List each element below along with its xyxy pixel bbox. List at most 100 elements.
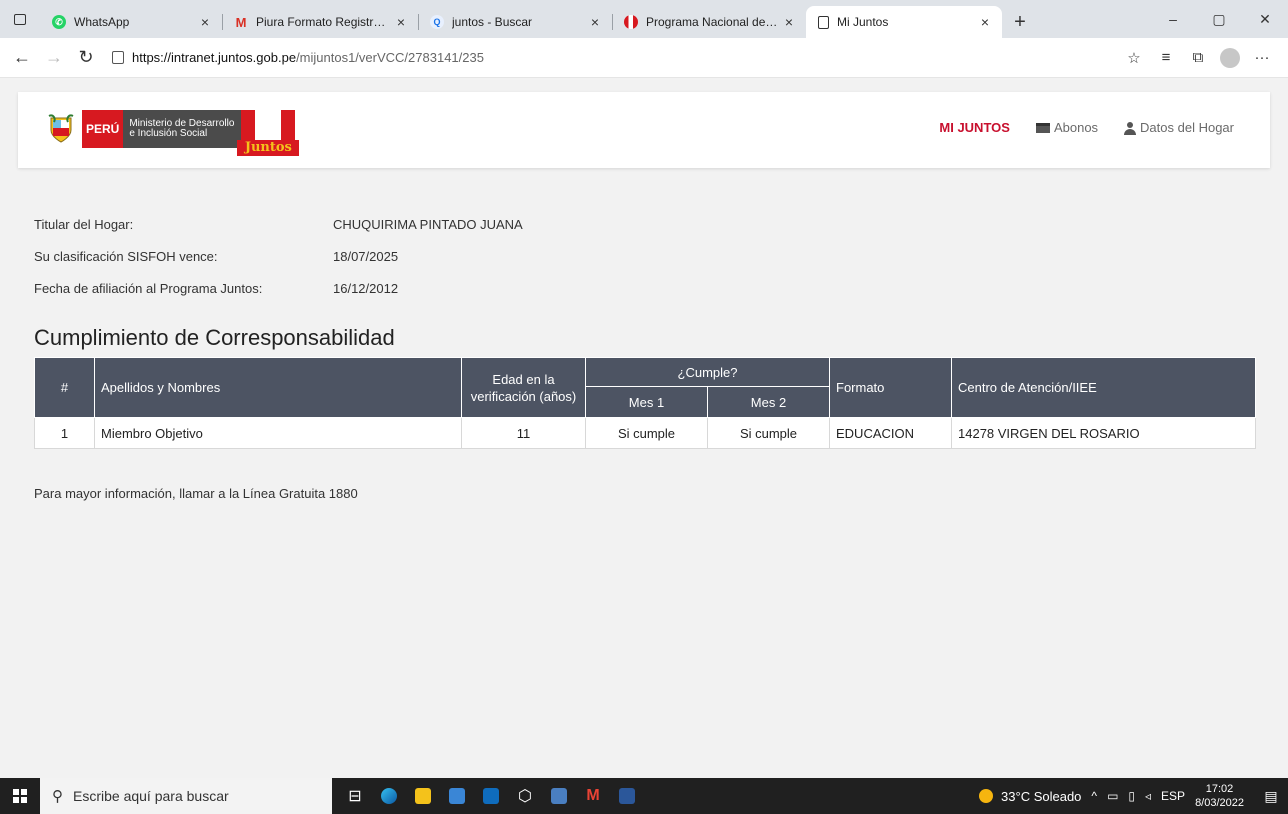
network-icon[interactable]: ▭ xyxy=(1107,789,1118,803)
clock-date: 8/03/2022 xyxy=(1195,797,1244,809)
close-icon[interactable]: × xyxy=(780,14,798,30)
language-label[interactable]: ESP xyxy=(1161,789,1185,803)
tray-overflow-icon[interactable]: ^ xyxy=(1091,789,1097,803)
address-bar: ← → ↻ https://intranet.juntos.gob.pe/mij… xyxy=(0,38,1288,78)
col-header-mes2: Mes 2 xyxy=(707,386,830,418)
weather-sun-icon xyxy=(979,789,994,803)
window-controls: – ▢ ✕ xyxy=(1150,0,1288,38)
ministry-line-2: e Inclusión Social xyxy=(129,128,208,139)
taskbar: ⚲ Escribe aquí para buscar ⊟ ⬡ M 33°C So… xyxy=(0,778,1288,814)
url-field[interactable]: https://intranet.juntos.gob.pe/mijuntos1… xyxy=(112,50,1118,65)
store-icon[interactable] xyxy=(440,778,474,814)
back-button[interactable]: ← xyxy=(6,42,38,74)
cell-centro: 14278 VIRGEN DEL ROSARIO xyxy=(951,417,1256,449)
cell-mes1: Si cumple xyxy=(585,417,708,449)
titular-value: CHUQUIRIMA PINTADO JUANA xyxy=(333,216,523,232)
new-tab-button[interactable]: + xyxy=(1002,6,1038,38)
close-icon[interactable]: × xyxy=(586,14,604,30)
household-info: Titular del Hogar: CHUQUIRIMA PINTADO JU… xyxy=(34,208,523,304)
peru-label: PERÚ xyxy=(82,110,124,148)
favorite-star-icon[interactable]: ☆ xyxy=(1118,42,1150,74)
close-window-button[interactable]: ✕ xyxy=(1242,0,1288,38)
info-row-sisfoh: Su clasificación SISFOH vence: 18/07/202… xyxy=(34,240,523,272)
profile-avatar[interactable] xyxy=(1220,47,1240,68)
taskbar-search-placeholder: Escribe aquí para buscar xyxy=(73,788,229,804)
page-info-icon[interactable] xyxy=(112,51,124,64)
clock[interactable]: 17:02 8/03/2022 xyxy=(1195,782,1244,810)
volume-icon[interactable]: ◃ xyxy=(1145,789,1151,803)
site-logo[interactable]: PERÚ Ministerio de Desarrollo e Inclusió… xyxy=(48,110,300,156)
calendar-app-icon[interactable] xyxy=(542,778,576,814)
sisfoh-label: Su clasificación SISFOH vence: xyxy=(34,248,218,264)
tab-mi-juntos[interactable]: Mi Juntos × xyxy=(806,6,1002,38)
page-icon xyxy=(818,15,829,29)
page-viewport: PERÚ Ministerio de Desarrollo e Inclusió… xyxy=(0,78,1288,778)
peru-coat-of-arms-icon xyxy=(48,114,74,143)
cell-nombres: Miembro Objetivo xyxy=(94,417,462,449)
tab-title: Piura Formato Registro 2da o 3ra xyxy=(256,15,392,29)
tab-title: juntos - Buscar xyxy=(452,15,533,29)
credit-card-icon xyxy=(1035,122,1050,133)
tab-whatsapp[interactable]: ✆ WhatsApp × xyxy=(40,6,222,38)
cell-num: 1 xyxy=(34,417,95,449)
settings-menu-button[interactable]: ··· xyxy=(1246,42,1278,74)
taskbar-search[interactable]: ⚲ Escribe aquí para buscar xyxy=(40,778,332,814)
tab-actions-button[interactable] xyxy=(0,0,40,38)
word-icon[interactable] xyxy=(610,778,644,814)
start-button[interactable] xyxy=(0,778,40,814)
notifications-icon[interactable]: ▤ xyxy=(1254,778,1288,814)
nav-mi-juntos-label: MI JUNTOS xyxy=(939,120,1010,135)
gmail-icon: M xyxy=(235,14,247,30)
tab-buscar[interactable]: Q juntos - Buscar × xyxy=(418,6,612,38)
tab-programa[interactable]: Programa Nacional de Apoyo Di × xyxy=(612,6,806,38)
browser-tab-bar: ✆ WhatsApp × M Piura Formato Registro 2d… xyxy=(0,0,1288,38)
afiliacion-label: Fecha de afiliación al Programa Juntos: xyxy=(34,280,263,296)
footer-note: Para mayor información, llamar a la Líne… xyxy=(34,486,358,501)
site-nav: MI JUNTOS Abonos Datos del Hogar xyxy=(913,120,1234,135)
system-tray: 33°C Soleado ^ ▭ ▯ ◃ ESP 17:02 8/03/2022… xyxy=(979,778,1288,814)
mail-icon[interactable] xyxy=(474,778,508,814)
file-explorer-icon[interactable] xyxy=(406,778,440,814)
cell-mes2: Si cumple xyxy=(707,417,830,449)
tab-gmail[interactable]: M Piura Formato Registro 2da o 3ra × xyxy=(222,6,418,38)
whatsapp-icon: ✆ xyxy=(52,15,66,29)
afiliacion-value: 16/12/2012 xyxy=(333,280,399,296)
col-header-num: # xyxy=(34,357,95,418)
nav-datos-hogar[interactable]: Datos del Hogar xyxy=(1124,120,1234,135)
nav-mi-juntos[interactable]: MI JUNTOS xyxy=(939,120,1010,135)
collections-icon[interactable]: ⧉ xyxy=(1182,42,1214,74)
info-row-afiliacion: Fecha de afiliación al Programa Juntos: … xyxy=(34,272,523,304)
juntos-logo-text: Juntos xyxy=(237,140,300,156)
search-icon: ⚲ xyxy=(52,788,63,805)
favorites-list-icon[interactable]: ≡ xyxy=(1150,42,1182,74)
nav-abonos[interactable]: Abonos xyxy=(1035,120,1098,135)
corresponsabilidad-table: # Apellidos y Nombres Edad en la verific… xyxy=(34,357,1256,449)
col-header-cumple: ¿Cumple? xyxy=(585,357,830,387)
reload-button[interactable]: ↻ xyxy=(70,42,102,74)
site-header: PERÚ Ministerio de Desarrollo e Inclusió… xyxy=(18,92,1270,168)
clock-time: 17:02 xyxy=(1205,783,1234,795)
close-icon[interactable]: × xyxy=(392,14,410,30)
battery-icon[interactable]: ▯ xyxy=(1128,789,1135,803)
tab-title: Programa Nacional de Apoyo Di xyxy=(646,15,780,29)
taskbar-apps: ⊟ ⬡ M xyxy=(338,778,644,814)
url-path: /mijuntos1/verVCC/2783141/235 xyxy=(296,50,484,65)
close-icon[interactable]: × xyxy=(976,14,994,30)
cell-formato: EDUCACION xyxy=(829,417,952,449)
edge-icon[interactable] xyxy=(372,778,406,814)
gmail-taskbar-icon[interactable]: M xyxy=(576,778,610,814)
col-header-centro: Centro de Atención/IIEE xyxy=(951,357,1256,418)
sisfoh-value: 18/07/2025 xyxy=(333,248,399,264)
ministry-label: Ministerio de Desarrollo e Inclusión Soc… xyxy=(123,110,242,148)
restore-button[interactable]: ▢ xyxy=(1196,0,1242,38)
table-row: 1 Miembro Objetivo 11 Si cumple Si cumpl… xyxy=(34,417,1256,449)
minimize-button[interactable]: – xyxy=(1150,0,1196,38)
dropbox-icon[interactable]: ⬡ xyxy=(508,778,542,814)
close-icon[interactable]: × xyxy=(196,14,214,30)
info-row-titular: Titular del Hogar: CHUQUIRIMA PINTADO JU… xyxy=(34,208,523,240)
col-header-mes1: Mes 1 xyxy=(585,386,708,418)
weather-label[interactable]: 33°C Soleado xyxy=(1001,789,1081,804)
forward-button[interactable]: → xyxy=(38,42,70,74)
task-view-icon[interactable]: ⊟ xyxy=(338,778,372,814)
user-icon xyxy=(1124,121,1137,135)
